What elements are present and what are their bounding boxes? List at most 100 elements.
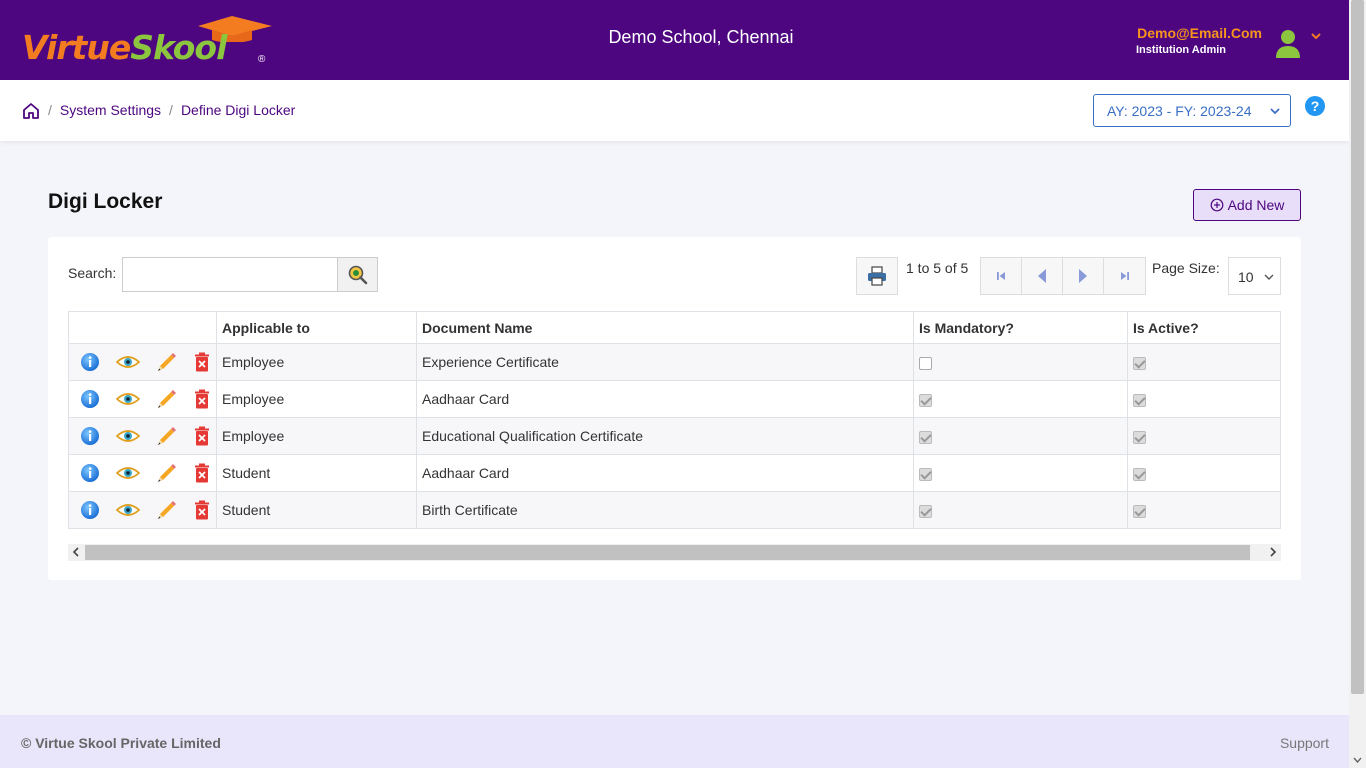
page-size-label: Page Size: (1152, 260, 1220, 276)
page-title: Digi Locker (48, 190, 163, 213)
table-header-row: Applicable to Document Name Is Mandatory… (68, 311, 1281, 344)
user-email[interactable]: Demo@Email.Com (1137, 25, 1262, 41)
delete-icon[interactable] (194, 389, 210, 409)
row-actions (68, 343, 217, 381)
page-size-select[interactable]: 10 (1228, 257, 1281, 295)
cell-is-active (1127, 343, 1281, 381)
academic-year-value: AY: 2023 - FY: 2023-24 (1107, 103, 1252, 119)
search-input[interactable] (122, 257, 337, 292)
column-header-document-name[interactable]: Document Name (416, 311, 914, 344)
add-new-button[interactable]: Add New (1193, 189, 1301, 221)
search-label: Search: (68, 265, 117, 281)
vertical-scroll-thumb[interactable] (1351, 0, 1364, 694)
edit-pencil-icon[interactable] (156, 499, 178, 521)
delete-icon[interactable] (194, 500, 210, 520)
search-button[interactable] (337, 257, 378, 292)
cell-document-name: Educational Qualification Certificate (416, 417, 914, 455)
cell-applicable-to: Employee (216, 343, 417, 381)
table-row: Employee Aadhaar Card (68, 380, 1281, 418)
mandatory-checkbox[interactable] (919, 393, 932, 407)
view-eye-icon[interactable] (116, 391, 140, 407)
edit-pencil-icon[interactable] (156, 462, 178, 484)
info-icon[interactable] (80, 500, 100, 520)
plus-circle-icon (1210, 198, 1223, 212)
copyright: © Virtue Skool Private Limited (21, 735, 221, 751)
view-eye-icon[interactable] (116, 428, 140, 444)
print-button[interactable] (856, 257, 898, 295)
cell-is-active (1127, 491, 1281, 529)
support-link[interactable]: Support (1280, 735, 1329, 751)
mandatory-checkbox[interactable] (919, 467, 932, 481)
virtueskool-logo[interactable]: VirtueSkool ® (22, 14, 272, 70)
vertical-scrollbar[interactable] (1349, 0, 1366, 768)
cell-is-mandatory (913, 491, 1128, 529)
active-checkbox[interactable] (1133, 393, 1146, 407)
horizontal-scrollbar[interactable] (68, 544, 1281, 561)
view-eye-icon[interactable] (116, 502, 140, 518)
column-header-applicable-to[interactable]: Applicable to (216, 311, 417, 344)
previous-page-button[interactable] (1022, 258, 1063, 294)
chevron-down-icon[interactable] (1310, 30, 1322, 42)
next-page-icon (1079, 269, 1087, 283)
next-page-button[interactable] (1063, 258, 1104, 294)
info-icon[interactable] (80, 389, 100, 409)
row-actions (68, 417, 217, 455)
printer-icon (868, 266, 886, 286)
cell-is-active (1127, 417, 1281, 455)
logo-virtue: Virtue (22, 28, 131, 67)
active-checkbox[interactable] (1133, 356, 1146, 370)
column-header-is-mandatory[interactable]: Is Mandatory? (913, 311, 1128, 344)
table-row: Student Birth Certificate (68, 491, 1281, 529)
column-header-is-active[interactable]: Is Active? (1127, 311, 1281, 344)
view-eye-icon[interactable] (116, 465, 140, 481)
row-actions (68, 454, 217, 492)
cell-is-mandatory (913, 343, 1128, 381)
user-avatar-icon[interactable] (1274, 28, 1302, 60)
delete-icon[interactable] (194, 463, 210, 483)
active-checkbox[interactable] (1133, 430, 1146, 444)
last-page-icon (1120, 272, 1129, 280)
view-eye-icon[interactable] (116, 354, 140, 370)
cell-is-mandatory (913, 417, 1128, 455)
first-page-button[interactable] (981, 258, 1022, 294)
table-row: Student Aadhaar Card (68, 454, 1281, 492)
delete-icon[interactable] (194, 352, 210, 372)
last-page-button[interactable] (1104, 258, 1145, 294)
active-checkbox[interactable] (1133, 467, 1146, 481)
breadcrumb: / System Settings / Define Digi Locker (48, 102, 295, 118)
edit-pencil-icon[interactable] (156, 425, 178, 447)
info-icon[interactable] (80, 463, 100, 483)
breadcrumb-system-settings[interactable]: System Settings (60, 102, 161, 118)
cell-document-name: Birth Certificate (416, 491, 914, 529)
info-icon[interactable] (80, 426, 100, 446)
cell-applicable-to: Employee (216, 380, 417, 418)
info-icon[interactable] (80, 352, 100, 372)
user-role: Institution Admin (1136, 44, 1227, 56)
breadcrumb-separator: / (48, 102, 52, 118)
mandatory-checkbox[interactable] (919, 356, 932, 370)
first-page-icon (997, 272, 1005, 280)
digi-locker-card: Search: 1 to 5 of 5 Page Size: 10 Applic… (48, 237, 1301, 580)
breadcrumb-define-digi-locker[interactable]: Define Digi Locker (181, 102, 295, 118)
scroll-left-icon[interactable] (72, 547, 80, 557)
school-name: Demo School, Chennai (608, 27, 794, 47)
digi-locker-table: Applicable to Document Name Is Mandatory… (68, 311, 1281, 529)
app-footer: © Virtue Skool Private Limited Support (0, 715, 1349, 768)
row-actions (68, 380, 217, 418)
column-header-actions (68, 311, 217, 344)
chevron-down-icon (1264, 274, 1274, 280)
mandatory-checkbox[interactable] (919, 504, 932, 518)
table-row: Employee Educational Qualification Certif… (68, 417, 1281, 455)
logo-skool: Skool (130, 28, 227, 67)
help-icon[interactable]: ? (1305, 96, 1325, 116)
academic-year-select[interactable]: AY: 2023 - FY: 2023-24 (1093, 94, 1291, 127)
horizontal-scroll-thumb[interactable] (85, 545, 1250, 560)
mandatory-checkbox[interactable] (919, 430, 932, 444)
edit-pencil-icon[interactable] (156, 388, 178, 410)
scroll-right-icon[interactable] (1269, 547, 1277, 557)
scroll-down-icon[interactable] (1353, 756, 1362, 764)
home-icon[interactable] (22, 102, 40, 120)
delete-icon[interactable] (194, 426, 210, 446)
edit-pencil-icon[interactable] (156, 351, 178, 373)
active-checkbox[interactable] (1133, 504, 1146, 518)
